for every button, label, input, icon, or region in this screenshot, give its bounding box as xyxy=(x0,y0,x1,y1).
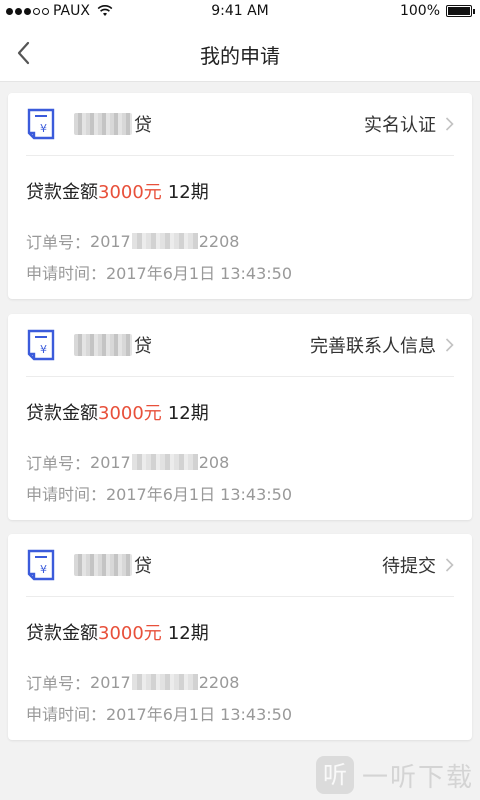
application-time: 申请时间：2017年6月1日 13:43:50 xyxy=(26,264,293,283)
order-number: 订单号： 2017 2208 xyxy=(26,231,240,253)
svg-text:¥: ¥ xyxy=(40,563,47,576)
chevron-right-icon xyxy=(445,558,454,572)
application-card[interactable]: ¥ 贷 实名认证 贷款金额3000元 12期 订单号： 2017 2208 申请时间：… xyxy=(8,93,472,299)
page-title: 我的申请 xyxy=(200,44,280,68)
svg-text:¥: ¥ xyxy=(40,343,47,356)
app-name: 贷 xyxy=(74,332,152,358)
app-name: 贷 xyxy=(74,552,152,578)
card-header: ¥ 贷 实名认证 xyxy=(26,93,454,156)
svg-text:¥: ¥ xyxy=(40,122,47,135)
battery-percent: 100% xyxy=(399,3,440,19)
loan-document-icon: ¥ xyxy=(27,549,55,581)
watermark-logo-icon: 听 xyxy=(315,756,354,794)
battery-icon xyxy=(446,5,475,17)
application-card[interactable]: ¥ 贷 完善联系人信息 贷款金额3000元 12期 订单号： 2017 208 申请时… xyxy=(8,314,472,520)
battery-group: 100% xyxy=(399,3,475,19)
application-card[interactable]: ¥ 贷 待提交 贷款金额3000元 12期 订单号： 2017 2208 申请时间：2… xyxy=(8,534,472,740)
order-number: 订单号： 2017 208 xyxy=(26,452,230,474)
nav-bar: 我的申请 xyxy=(0,24,480,82)
watermark: 听 一听下载 xyxy=(315,756,474,794)
app-name: 贷 xyxy=(74,111,152,137)
application-status: 待提交 xyxy=(382,556,436,577)
status-bar: PAUX 9:41 AM 100% xyxy=(0,0,480,24)
card-header: ¥ 贷 完善联系人信息 xyxy=(26,314,454,377)
watermark-text: 一听下载 xyxy=(361,762,474,793)
chevron-right-icon xyxy=(445,338,454,352)
order-number: 订单号： 2017 2208 xyxy=(26,672,240,694)
loan-amount: 贷款金额3000元 12期 xyxy=(26,403,209,424)
loan-amount: 贷款金额3000元 12期 xyxy=(26,623,209,644)
application-status: 完善联系人信息 xyxy=(310,336,436,357)
application-time: 申请时间：2017年6月1日 13:43:50 xyxy=(26,705,293,724)
loan-document-icon: ¥ xyxy=(27,108,55,140)
application-status: 实名认证 xyxy=(364,115,436,136)
chevron-right-icon xyxy=(445,117,454,131)
application-time: 申请时间：2017年6月1日 13:43:50 xyxy=(26,485,293,504)
loan-document-icon: ¥ xyxy=(27,329,55,361)
loan-amount: 贷款金额3000元 12期 xyxy=(26,182,209,203)
card-header: ¥ 贷 待提交 xyxy=(26,534,454,597)
